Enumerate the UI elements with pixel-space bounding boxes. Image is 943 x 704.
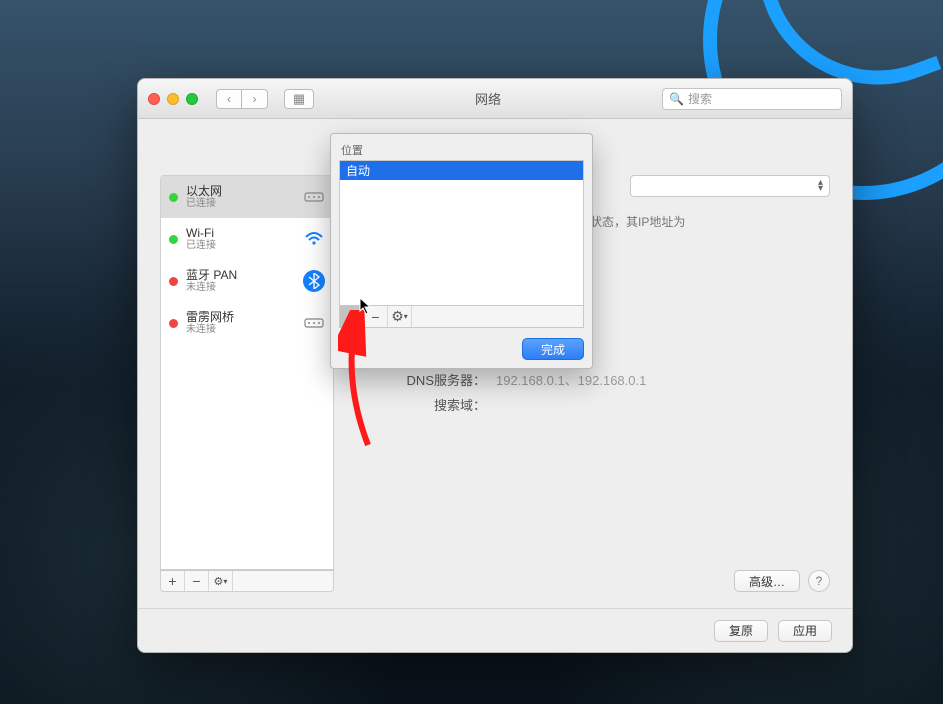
zoom-button[interactable] (186, 93, 198, 105)
help-icon: ? (816, 574, 823, 588)
configure-select[interactable]: ▴▾ (630, 175, 830, 197)
back-button[interactable]: ‹ (216, 89, 242, 109)
apply-button[interactable]: 应用 (778, 620, 832, 642)
service-text: Wi-Fi 已连接 (186, 226, 216, 252)
service-wifi[interactable]: Wi-Fi 已连接 (161, 218, 333, 260)
dns-row: DNS服务器： 192.168.0.1、192.168.0.1 (356, 370, 830, 389)
search-input[interactable]: 🔍 搜索 (662, 88, 842, 110)
plus-icon: + (168, 573, 176, 589)
remove-service-button[interactable]: − (185, 571, 209, 591)
location-list[interactable]: 自动 (339, 160, 584, 306)
chevron-right-icon: › (253, 92, 257, 106)
service-name: 蓝牙 PAN (186, 268, 237, 282)
status-description: 状态，其IP地址为 (590, 213, 830, 230)
service-text: 蓝牙 PAN 未连接 (186, 268, 237, 294)
gear-icon: ⚙ (214, 575, 224, 588)
service-list-toolbar: + − ⚙▾ (160, 570, 334, 592)
titlebar: ‹ › ▦ 网络 🔍 搜索 (138, 79, 852, 119)
search-domain-row: 搜索域： (356, 395, 830, 414)
dns-label: DNS服务器： (356, 370, 496, 389)
minus-icon: − (371, 309, 379, 325)
status-dot-icon (169, 319, 178, 328)
service-name: Wi-Fi (186, 226, 216, 240)
service-status: 已连接 (186, 240, 216, 252)
nav-buttons: ‹ › (216, 89, 268, 109)
search-placeholder: 搜索 (688, 90, 712, 107)
service-list[interactable]: 以太网 已连接 Wi-Fi 已连接 (160, 175, 334, 570)
service-status: 已连接 (186, 198, 222, 210)
location-row-auto[interactable]: 自动 (340, 161, 583, 180)
service-name: 以太网 (186, 184, 222, 198)
details-bottom-buttons: 高级… ? (734, 570, 830, 592)
add-service-button[interactable]: + (161, 571, 185, 591)
location-sheet-footer: 完成 (339, 328, 584, 360)
service-text: 雷雳网桥 未连接 (186, 310, 234, 336)
search-icon: 🔍 (669, 92, 684, 106)
location-actions-button[interactable]: ⚙▾ (388, 306, 412, 327)
ethernet-icon (303, 186, 325, 208)
status-dot-icon (169, 277, 178, 286)
done-button[interactable]: 完成 (522, 338, 584, 360)
chevron-down-icon: ▾ (223, 577, 227, 586)
service-status: 未连接 (186, 324, 234, 336)
stepper-chevrons-icon: ▴▾ (818, 180, 823, 192)
plus-icon: + (347, 309, 355, 325)
service-sidebar: 以太网 已连接 Wi-Fi 已连接 (160, 175, 334, 592)
service-actions-button[interactable]: ⚙▾ (209, 571, 233, 591)
advanced-button[interactable]: 高级… (734, 570, 800, 592)
window-footer: 复原 应用 (138, 608, 852, 652)
minimize-button[interactable] (167, 93, 179, 105)
dns-value: 192.168.0.1、192.168.0.1 (496, 370, 646, 389)
search-domain-label: 搜索域： (356, 395, 496, 414)
show-all-button[interactable]: ▦ (284, 89, 314, 109)
grid-icon: ▦ (293, 91, 305, 107)
service-thunderbolt-bridge[interactable]: 雷雳网桥 未连接 (161, 302, 333, 344)
service-status: 未连接 (186, 282, 237, 294)
service-text: 以太网 已连接 (186, 184, 222, 210)
chevron-left-icon: ‹ (227, 92, 231, 106)
remove-location-button[interactable]: − (364, 306, 388, 327)
status-dot-icon (169, 235, 178, 244)
add-location-button[interactable]: + (340, 306, 364, 327)
window-title: 网络 (322, 89, 654, 108)
forward-button[interactable]: › (242, 89, 268, 109)
gear-icon: ⚙ (391, 308, 404, 325)
service-ethernet[interactable]: 以太网 已连接 (161, 176, 333, 218)
location-toolbar: + − ⚙▾ (339, 306, 584, 328)
close-button[interactable] (148, 93, 160, 105)
thunderbolt-bridge-icon (303, 312, 325, 334)
status-dot-icon (169, 193, 178, 202)
wifi-icon (303, 228, 325, 250)
help-button[interactable]: ? (808, 570, 830, 592)
chevron-down-icon: ▾ (404, 312, 408, 321)
service-bluetooth-pan[interactable]: 蓝牙 PAN 未连接 (161, 260, 333, 302)
location-sheet: 位置 自动 + − ⚙▾ 完成 (330, 133, 593, 369)
minus-icon: − (192, 573, 200, 589)
location-sheet-label: 位置 (341, 142, 584, 158)
revert-button[interactable]: 复原 (714, 620, 768, 642)
traffic-lights (148, 93, 198, 105)
service-name: 雷雳网桥 (186, 310, 234, 324)
bluetooth-icon (303, 270, 325, 292)
